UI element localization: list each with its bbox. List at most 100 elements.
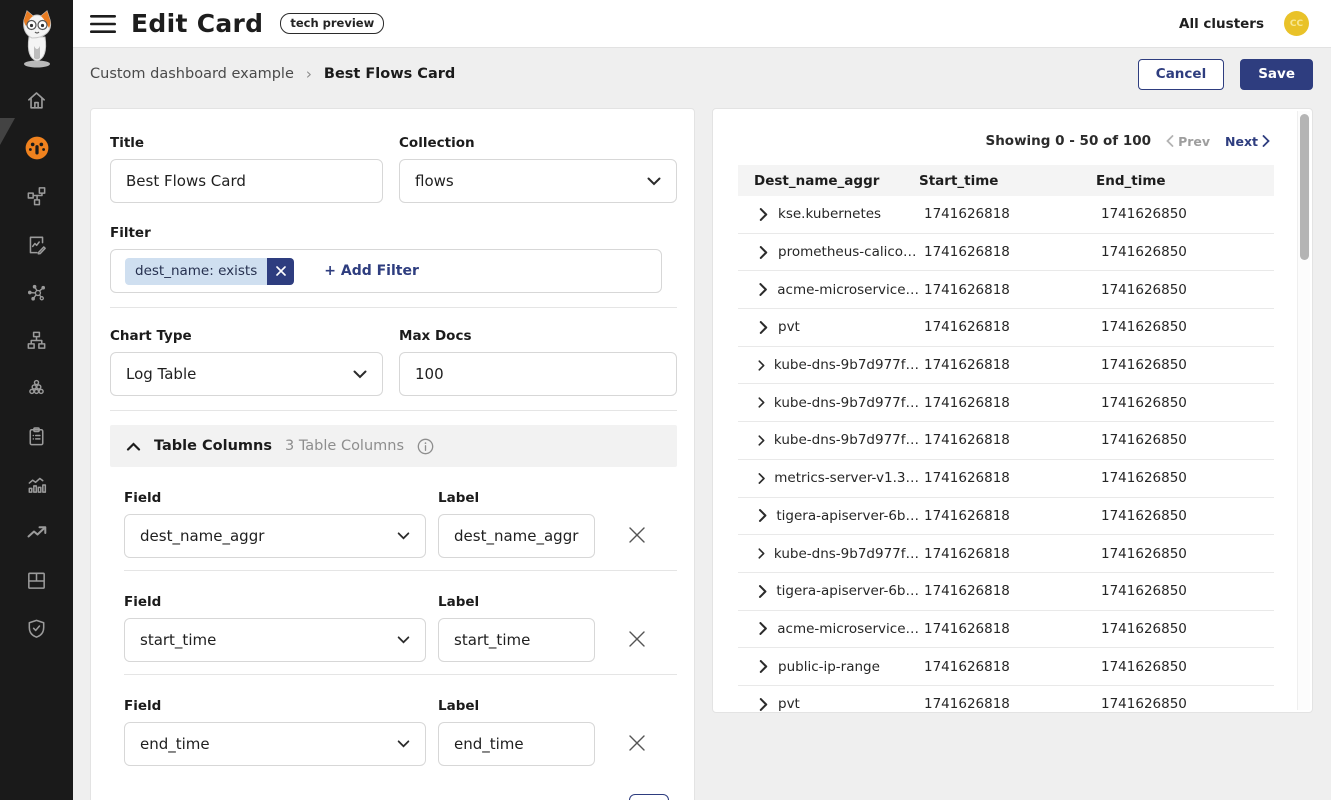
sidebar-item-service-graph[interactable]	[0, 172, 73, 220]
add-filter-button[interactable]: + Add Filter	[324, 263, 419, 279]
row-expand-chevron-icon[interactable]	[758, 321, 769, 334]
row-expand-chevron-icon[interactable]	[758, 283, 768, 296]
field-select-start-time[interactable]: start_time	[124, 618, 426, 662]
next-page-button[interactable]: Next	[1225, 134, 1270, 149]
sidebar-item-policies[interactable]	[0, 412, 73, 460]
table-row[interactable]: kube-dns-9b7d977f…17416268181741626850	[738, 384, 1274, 422]
table-header-row: Dest_name_aggr Start_time End_time	[738, 165, 1274, 196]
dest-name-value: kube-dns-9b7d977f…	[774, 546, 919, 562]
collection-label: Collection	[399, 135, 677, 151]
sidebar-item-security[interactable]	[0, 604, 73, 652]
table-row[interactable]: kube-dns-9b7d977f…17416268181741626850	[738, 422, 1274, 460]
row-expand-chevron-icon[interactable]	[758, 246, 769, 259]
field-value: end_time	[140, 735, 210, 753]
dest-name-value: kube-dns-9b7d977f…	[774, 432, 919, 448]
dest-name-cell: kse.kubernetes	[738, 206, 919, 222]
sidebar-item-home[interactable]	[0, 76, 73, 124]
pagination-status: Showing 0 - 50 of 100	[985, 133, 1151, 149]
row-expand-chevron-icon[interactable]	[758, 660, 769, 673]
row-expand-chevron-icon[interactable]	[758, 585, 767, 598]
sidebar-item-flow-visualizer[interactable]	[0, 268, 73, 316]
remove-column-button[interactable]	[625, 627, 649, 651]
menu-button[interactable]	[88, 9, 118, 39]
table-row[interactable]: prometheus-calico…17416268181741626850	[738, 234, 1274, 272]
start-time-cell: 1741626818	[919, 432, 1096, 448]
row-expand-chevron-icon[interactable]	[758, 547, 765, 560]
chart-type-label: Chart Type	[110, 328, 383, 344]
row-expand-chevron-icon[interactable]	[758, 434, 765, 447]
sidebar	[0, 0, 73, 800]
table-row[interactable]: metrics-server-v1.3…17416268181741626850	[738, 460, 1274, 498]
save-button[interactable]: Save	[1240, 59, 1313, 90]
table-row[interactable]: public-ip-range17416268181741626850	[738, 648, 1274, 686]
column-header-dest-name-aggr: Dest_name_aggr	[738, 173, 919, 189]
table-row[interactable]: tigera-apiserver-6b…17416268181741626850	[738, 573, 1274, 611]
chart-type-select[interactable]: Log Table	[110, 352, 383, 396]
row-expand-chevron-icon[interactable]	[758, 622, 768, 635]
form-divider	[110, 410, 677, 411]
label-input-dest-name-aggr[interactable]	[438, 514, 595, 558]
sidebar-item-hosts[interactable]	[0, 316, 73, 364]
field-select-dest-name-aggr[interactable]: dest_name_aggr	[124, 514, 426, 558]
add-column-button[interactable]: +	[629, 794, 669, 800]
remove-column-button[interactable]	[625, 523, 649, 547]
sidebar-item-dashboards[interactable]	[0, 124, 73, 172]
sidebar-item-reports[interactable]	[0, 220, 73, 268]
sidebar-item-workloads[interactable]	[0, 556, 73, 604]
dest-name-value: tigera-apiserver-6b…	[776, 508, 919, 524]
sidebar-item-clusters[interactable]	[0, 364, 73, 412]
row-expand-chevron-icon[interactable]	[758, 208, 769, 221]
row-expand-chevron-icon[interactable]	[758, 396, 765, 409]
table-row[interactable]: acme-microservice…17416268181741626850	[738, 611, 1274, 649]
chevron-down-icon	[647, 177, 661, 186]
table-columns-title: Table Columns	[154, 438, 272, 454]
table-scrollbar[interactable]	[1297, 111, 1310, 710]
sidebar-item-metrics[interactable]	[0, 460, 73, 508]
table-row[interactable]: tigera-apiserver-6b…17416268181741626850	[738, 498, 1274, 536]
breadcrumb-parent-link[interactable]: Custom dashboard example	[90, 66, 294, 82]
edit-card-form: Title Collection flows Filter dest_name:…	[90, 108, 695, 800]
dest-name-cell: kube-dns-9b7d977f…	[738, 357, 919, 373]
row-expand-chevron-icon[interactable]	[758, 509, 767, 522]
filter-box[interactable]: dest_name: exists + Add Filter	[110, 249, 662, 293]
chevron-left-icon	[1166, 135, 1174, 147]
table-row[interactable]: kse.kubernetes17416268181741626850	[738, 196, 1274, 234]
label-input-start-time[interactable]	[438, 618, 595, 662]
avatar[interactable]: CC	[1284, 11, 1309, 36]
dest-name-value: acme-microservice…	[777, 621, 919, 637]
remove-filter-button[interactable]	[267, 258, 294, 285]
field-select-end-time[interactable]: end_time	[124, 722, 426, 766]
sidebar-item-threat-feeds[interactable]	[0, 508, 73, 556]
table-row[interactable]: pvt17416268181741626850	[738, 686, 1274, 713]
table-row[interactable]: kube-dns-9b7d977f…17416268181741626850	[738, 347, 1274, 385]
field-value: dest_name_aggr	[140, 527, 264, 545]
filter-chip-label: dest_name: exists	[125, 258, 267, 285]
chevron-up-icon	[126, 442, 141, 451]
column-config-row: Field end_time Label	[110, 698, 677, 766]
scrollbar-thumb[interactable]	[1300, 114, 1309, 260]
end-time-cell: 1741626850	[1096, 206, 1274, 222]
prev-page-button[interactable]: Prev	[1166, 134, 1210, 149]
row-expand-chevron-icon[interactable]	[758, 472, 765, 485]
title-input[interactable]	[110, 159, 383, 203]
close-icon	[628, 630, 646, 648]
row-expand-chevron-icon[interactable]	[758, 698, 769, 711]
table-columns-accordion-header[interactable]: Table Columns 3 Table Columns	[110, 425, 677, 467]
calico-cat-logo[interactable]	[0, 0, 73, 76]
collection-select[interactable]: flows	[399, 159, 677, 203]
row-expand-chevron-icon[interactable]	[758, 359, 765, 372]
breadcrumb-current: Best Flows Card	[324, 66, 455, 82]
remove-column-button[interactable]	[625, 731, 649, 755]
max-docs-input[interactable]	[399, 352, 677, 396]
cluster-selector[interactable]: All clusters	[1179, 16, 1264, 32]
end-time-cell: 1741626850	[1096, 583, 1274, 599]
tech-preview-badge: tech preview	[280, 13, 384, 34]
dest-name-value: metrics-server-v1.3…	[774, 470, 919, 486]
table-row[interactable]: pvt17416268181741626850	[738, 309, 1274, 347]
prev-label: Prev	[1178, 134, 1210, 149]
label-input-end-time[interactable]	[438, 722, 595, 766]
network-topology-icon	[25, 185, 48, 208]
cancel-button[interactable]: Cancel	[1138, 59, 1224, 90]
table-row[interactable]: acme-microservice…17416268181741626850	[738, 271, 1274, 309]
table-row[interactable]: kube-dns-9b7d977f…17416268181741626850	[738, 535, 1274, 573]
